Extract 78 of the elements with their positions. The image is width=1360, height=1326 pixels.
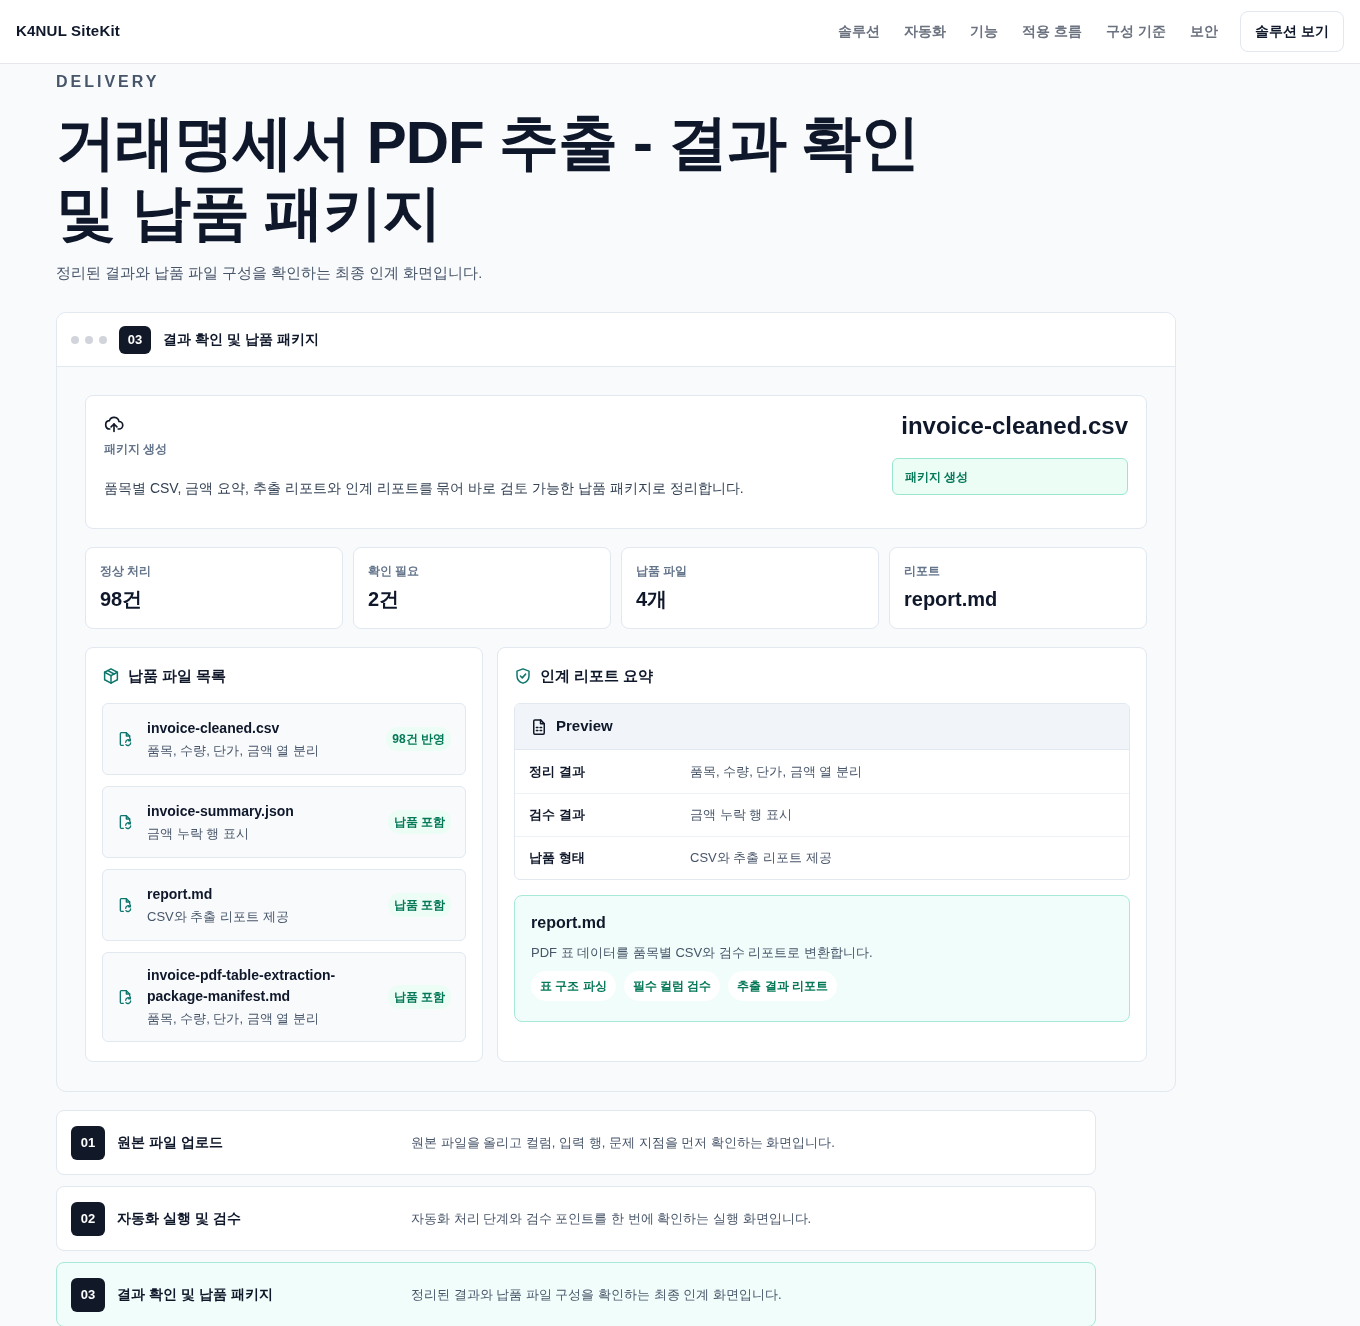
panel-heading: 납품 파일 목록 bbox=[128, 665, 227, 686]
page-title: 거래명세서 PDF 추출 - 결과 확인 및 납품 패키지 bbox=[56, 108, 921, 248]
brand-name[interactable]: K4NUL SiteKit bbox=[16, 20, 120, 43]
step-description: 자동화 처리 단계와 검수 포인트를 한 번에 확인하는 실행 화면입니다. bbox=[411, 1209, 812, 1228]
step-title: 자동화 실행 및 검수 bbox=[117, 1209, 242, 1228]
document-grid-icon bbox=[530, 717, 548, 736]
stat-label: 리포트 bbox=[904, 563, 941, 580]
summary-description: 품목별 CSV, 금액 요약, 추출 리포트와 인계 리포트를 묶어 바로 검토 가능한 납품 패키지로 정리합니다. bbox=[104, 479, 744, 498]
step-title: 원본 파일 업로드 bbox=[117, 1133, 224, 1152]
stat-value: report.md bbox=[904, 587, 999, 612]
file-item[interactable]: invoice-pdf-table-extraction-package-manifest.md 품목, 수량, 단가, 금액 열 분리 납품 포함 bbox=[102, 952, 466, 1042]
file-name: invoice-cleaned.csv bbox=[901, 411, 1128, 441]
step-description: 원본 파일을 올리고 컬럼, 입력 행, 문제 지점을 먼저 확인하는 화면입니다. bbox=[411, 1133, 835, 1152]
nav-link[interactable]: 기능 bbox=[958, 21, 1011, 42]
file-status: 98건 반영 bbox=[386, 727, 451, 751]
file-description: 품목, 수량, 단가, 금액 열 분리 bbox=[147, 1010, 320, 1028]
file-name: invoice-summary.json bbox=[147, 801, 295, 821]
step-row[interactable]: 01 원본 파일 업로드 원본 파일을 올리고 컬럼, 입력 행, 문제 지점을 먼저 확인하는 화면입니다. bbox=[56, 1110, 1096, 1175]
preview-title: Preview bbox=[556, 716, 613, 737]
step-description: 정리된 결과와 납품 파일 구성을 확인하는 최종 인계 화면입니다. bbox=[411, 1285, 782, 1304]
file-item[interactable]: report.md CSV와 추출 리포트 제공 납품 포함 bbox=[102, 869, 466, 941]
preview-label: 검수 결과 bbox=[529, 806, 586, 825]
window-dot-icon bbox=[85, 335, 93, 344]
stat-value: 4개 bbox=[636, 587, 669, 612]
file-item[interactable]: invoice-summary.json 금액 누락 행 표시 납품 포함 bbox=[102, 786, 466, 858]
stat-label: 정상 처리 bbox=[100, 563, 153, 580]
preview-value: 품목, 수량, 단가, 금액 열 분리 bbox=[690, 762, 862, 781]
file-sync-icon bbox=[117, 731, 133, 747]
cloud-upload-icon bbox=[104, 414, 124, 434]
file-item[interactable]: invoice-cleaned.csv 품목, 수량, 단가, 금액 열 분리 98건 반영 bbox=[102, 703, 466, 775]
file-sync-icon bbox=[117, 988, 133, 1005]
nav-link[interactable]: 보안 bbox=[1178, 21, 1231, 42]
package-icon bbox=[102, 667, 120, 685]
step-number: 02 bbox=[71, 1201, 105, 1236]
report-title: report.md bbox=[531, 913, 607, 933]
view-solutions-button[interactable]: 솔루션 보기 bbox=[1240, 11, 1344, 52]
feature-tag: 표 구조 파싱 bbox=[531, 971, 616, 1001]
step-number: 03 bbox=[119, 325, 151, 354]
page-subtitle: 정리된 결과와 납품 파일 구성을 확인하는 최종 인계 화면입니다. bbox=[56, 264, 484, 283]
panel-title: 결과 확인 및 납품 패키지 bbox=[163, 330, 319, 349]
preview-label: 납품 형태 bbox=[529, 849, 586, 868]
step-row[interactable]: 02 자동화 실행 및 검수 자동화 처리 단계와 검수 포인트를 한 번에 확인하는 실행 화면입니다. bbox=[56, 1186, 1096, 1251]
window-dot-icon bbox=[71, 335, 79, 344]
step-number: 03 bbox=[71, 1277, 105, 1312]
step-title: 결과 확인 및 납품 패키지 bbox=[117, 1285, 274, 1304]
stat-value: 2건 bbox=[368, 587, 401, 612]
report-description: PDF 표 데이터를 품목별 CSV와 검수 리포트로 변환합니다. bbox=[531, 944, 874, 962]
file-description: 금액 누락 행 표시 bbox=[147, 824, 250, 843]
preview-value: 금액 누락 행 표시 bbox=[690, 806, 792, 825]
feature-tag: 추출 결과 리포트 bbox=[728, 971, 837, 1001]
shield-check-icon bbox=[514, 667, 532, 685]
file-sync-icon bbox=[117, 897, 133, 913]
nav-link[interactable]: 적용 흐름 bbox=[1010, 21, 1095, 42]
nav-link[interactable]: 솔루션 bbox=[826, 21, 893, 42]
file-description: 품목, 수량, 단가, 금액 열 분리 bbox=[147, 741, 320, 760]
nav-link[interactable]: 구성 기준 bbox=[1094, 21, 1179, 42]
stat-label: 확인 필요 bbox=[368, 563, 421, 580]
step-row[interactable]: 03 결과 확인 및 납품 패키지 정리된 결과와 납품 파일 구성을 확인하는 최종 인계 화면입니다. bbox=[56, 1262, 1096, 1326]
file-name: report.md bbox=[147, 884, 214, 904]
file-description: CSV와 추출 리포트 제공 bbox=[147, 907, 290, 926]
file-name: invoice-pdf-table-extraction-package-manifest.md bbox=[147, 966, 337, 1006]
stat-value: 98건 bbox=[100, 587, 144, 612]
window-dot-icon bbox=[99, 335, 107, 344]
feature-tag: 필수 컬럼 검수 bbox=[623, 971, 721, 1001]
section-eyebrow: DELIVERY bbox=[56, 72, 161, 92]
status-label: 패키지 생성 bbox=[892, 458, 1128, 495]
file-status: 납품 포함 bbox=[387, 810, 451, 834]
preview-value: CSV와 추출 리포트 제공 bbox=[690, 849, 832, 868]
file-sync-icon bbox=[117, 814, 133, 830]
file-status: 납품 포함 bbox=[387, 893, 451, 917]
nav-link[interactable]: 자동화 bbox=[892, 21, 959, 42]
step-number: 01 bbox=[71, 1125, 105, 1160]
preview-label: 정리 결과 bbox=[529, 762, 586, 781]
file-name: invoice-cleaned.csv bbox=[147, 718, 281, 738]
stat-label: 납품 파일 bbox=[636, 563, 689, 580]
panel-heading: 인계 리포트 요약 bbox=[540, 665, 654, 686]
file-status: 납품 포함 bbox=[387, 984, 451, 1009]
summary-label: 패키지 생성 bbox=[104, 441, 169, 458]
